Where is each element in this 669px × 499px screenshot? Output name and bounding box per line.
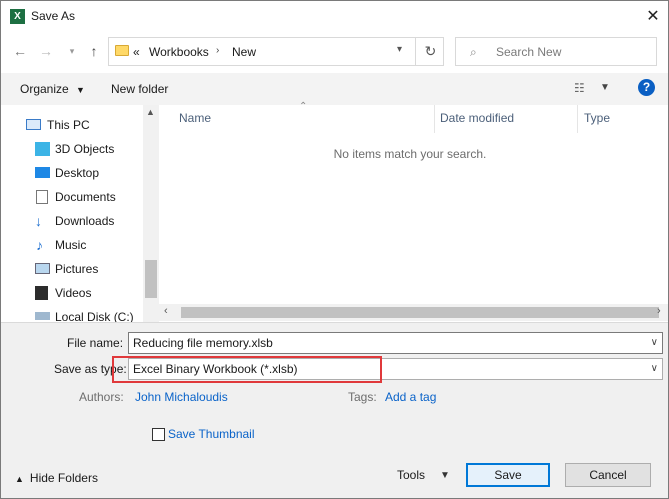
breadcrumb-overflow[interactable]: «	[133, 45, 140, 59]
nav-pane-scrollbar[interactable]: ▲	[143, 105, 159, 322]
column-header-type[interactable]: Type	[584, 111, 610, 125]
documents-icon	[36, 190, 48, 204]
folder-icon	[115, 45, 129, 56]
refresh-icon[interactable]: ↻	[415, 38, 445, 65]
file-name-field[interactable]: Reducing file memory.xlsb ∨	[128, 332, 663, 354]
title-bar: X Save As ✕	[1, 1, 668, 32]
scrollbar-thumb[interactable]	[181, 307, 659, 318]
nav-item-downloads[interactable]: ↓ Downloads	[1, 210, 143, 232]
file-list: ⌃ Name Date modified Type No items match…	[159, 101, 668, 322]
nav-item-label: Music	[55, 238, 87, 252]
view-options-chevron-icon[interactable]: ▼	[600, 82, 610, 93]
desktop-icon	[35, 167, 50, 178]
music-icon: ♪	[36, 237, 43, 253]
help-icon[interactable]: ?	[638, 79, 655, 96]
organize-label: Organize	[20, 82, 69, 96]
tools-button[interactable]: Tools	[397, 468, 425, 482]
breadcrumb-new[interactable]: New	[232, 45, 256, 59]
pictures-icon	[35, 263, 50, 274]
forward-arrow-icon[interactable]: →	[37, 42, 55, 60]
up-arrow-icon[interactable]: ↑	[85, 42, 103, 60]
nav-item-this-pc[interactable]: This PC	[1, 114, 143, 136]
back-arrow-icon[interactable]: ←	[11, 42, 29, 60]
tools-chevron-icon[interactable]: ▼	[440, 470, 450, 481]
empty-message: No items match your search.	[333, 147, 487, 161]
search-icon: ⌕	[470, 45, 477, 59]
nav-item-label: This PC	[47, 118, 90, 132]
nav-item-local-disk[interactable]: Local Disk (C:)	[1, 306, 143, 322]
file-list-hscrollbar[interactable]: ‹ ›	[159, 304, 668, 321]
column-divider[interactable]	[577, 105, 578, 133]
view-options-icon[interactable]: ☷	[574, 81, 592, 95]
search-box[interactable]: ⌕ Search New	[455, 37, 657, 66]
nav-item-label: Local Disk (C:)	[55, 310, 134, 322]
downloads-icon: ↓	[35, 213, 42, 229]
tags-value[interactable]: Add a tag	[385, 390, 436, 404]
column-divider[interactable]	[434, 105, 435, 133]
nav-item-label: Videos	[55, 286, 92, 300]
hide-folders-button[interactable]: ▲ Hide Folders	[15, 471, 98, 485]
breadcrumb-separator-icon[interactable]: ›	[216, 45, 219, 56]
dialog-title: Save As	[31, 9, 76, 23]
save-form: File name: Reducing file memory.xlsb ∨ S…	[1, 322, 668, 498]
save-type-dropdown-icon[interactable]: ∨	[651, 363, 658, 374]
nav-item-label: Downloads	[55, 214, 115, 228]
computer-icon	[26, 119, 41, 130]
sort-indicator-icon: ⌃	[299, 101, 308, 112]
scroll-up-icon[interactable]: ▲	[146, 107, 155, 117]
drive-icon	[35, 312, 50, 320]
nav-item-label: Desktop	[55, 166, 100, 180]
organize-button[interactable]: Organize ▼	[20, 82, 85, 96]
scrollbar-thumb[interactable]	[145, 260, 157, 298]
nav-item-label: Pictures	[55, 262, 99, 276]
save-thumbnail-label[interactable]: Save Thumbnail	[168, 427, 255, 441]
nav-item-videos[interactable]: Videos	[1, 282, 143, 304]
new-folder-button[interactable]: New folder	[111, 82, 168, 96]
close-icon[interactable]: ✕	[643, 7, 663, 27]
address-bar[interactable]: « Workbooks › New ▾ ↻	[108, 37, 444, 66]
nav-item-desktop[interactable]: Desktop	[1, 162, 143, 184]
scroll-right-icon[interactable]: ›	[657, 305, 661, 317]
save-thumbnail-checkbox[interactable]	[152, 428, 165, 441]
nav-item-pictures[interactable]: Pictures	[1, 258, 143, 280]
videos-icon	[35, 286, 48, 300]
cancel-button[interactable]: Cancel	[565, 463, 651, 487]
address-dropdown-icon[interactable]: ▾	[397, 44, 402, 55]
file-name-value: Reducing file memory.xlsb	[133, 336, 273, 350]
command-bar: Organize ▼ New folder ☷ ▼ ?	[1, 73, 668, 105]
column-header-date-modified[interactable]: Date modified	[440, 111, 514, 125]
tags-label: Tags:	[348, 390, 377, 404]
column-header-name[interactable]: Name	[179, 111, 211, 125]
nav-item-label: Documents	[55, 190, 116, 204]
hide-folders-label: Hide Folders	[29, 471, 98, 485]
chevron-up-icon: ▲	[15, 474, 24, 484]
nav-item-music[interactable]: ♪ Music	[1, 234, 143, 256]
nav-item-label: 3D Objects	[55, 142, 115, 156]
recent-locations-chevron-icon[interactable]: ▾	[63, 42, 81, 60]
organize-chevron-icon: ▼	[76, 85, 85, 95]
3d-objects-icon	[35, 142, 50, 156]
file-name-label: File name:	[67, 336, 124, 350]
save-button[interactable]: Save	[466, 463, 550, 487]
nav-item-documents[interactable]: Documents	[1, 186, 143, 208]
highlight-box	[112, 356, 382, 383]
scroll-left-icon[interactable]: ‹	[164, 305, 168, 317]
authors-value[interactable]: John Michaloudis	[135, 390, 228, 404]
nav-item-3d-objects[interactable]: 3D Objects	[1, 138, 143, 160]
navigation-pane: This PC 3D Objects Desktop Documents ↓ D…	[1, 105, 159, 322]
search-placeholder: Search New	[496, 45, 562, 59]
file-name-dropdown-icon[interactable]: ∨	[651, 337, 658, 348]
save-as-dialog: X Save As ✕ ← → ▾ ↑ « Workbooks › New ▾ …	[0, 0, 669, 499]
breadcrumb-workbooks[interactable]: Workbooks	[149, 45, 209, 59]
authors-label: Authors:	[79, 390, 124, 404]
excel-icon: X	[10, 9, 25, 24]
